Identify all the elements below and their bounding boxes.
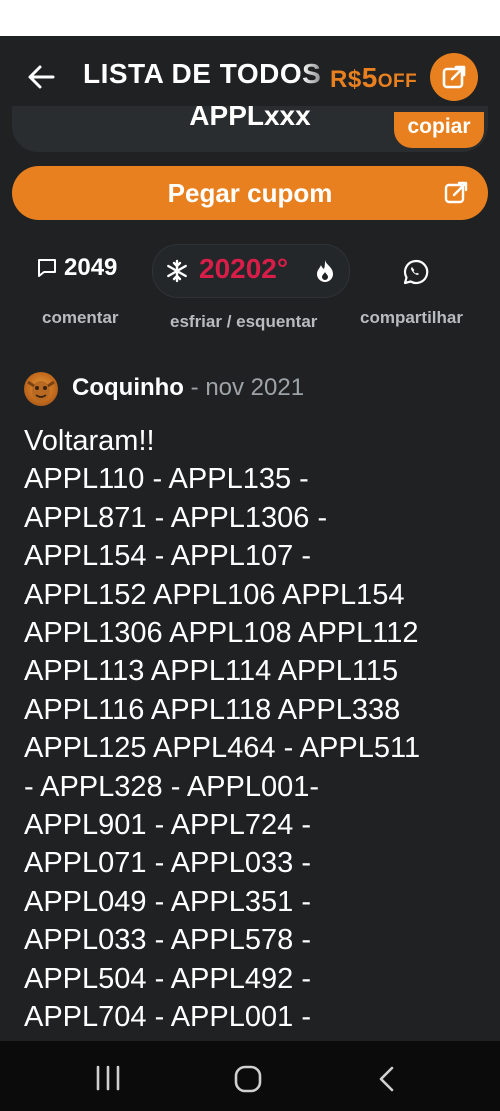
copy-coupon-button[interactable]: copiar [394, 112, 484, 148]
avatar-image [27, 380, 55, 401]
comment-meta: Coquinho - nov 2021 [72, 374, 304, 402]
back-nav-icon[interactable] [376, 1065, 398, 1093]
promo-open-button[interactable] [430, 53, 478, 101]
system-nav-bar [0, 1041, 500, 1111]
external-link-icon [444, 181, 468, 204]
deal-stats-bar: 2049 comentar 20202° esfriar / esquentar… [0, 240, 500, 340]
external-link-icon [442, 65, 466, 89]
home-icon[interactable] [233, 1065, 263, 1093]
get-coupon-button[interactable]: Pegar cupom [12, 166, 488, 220]
comment-label[interactable]: comentar [42, 308, 119, 328]
temperature-vote: 20202° [152, 244, 350, 298]
author-name[interactable]: Coquinho [72, 374, 184, 401]
comment-icon [38, 259, 56, 277]
post-date: nov 2021 [205, 374, 305, 401]
temperature-value: 20202° [199, 253, 289, 284]
share-label[interactable]: compartilhar [360, 308, 463, 328]
page-title: LISTA DE TODOS [83, 58, 341, 90]
comment-body: Voltaram!! APPL110 - APPL135 - APPL871 -… [24, 425, 421, 1034]
avatar[interactable] [24, 372, 58, 406]
meta-separator: - [190, 374, 199, 401]
promo-badge[interactable]: R$5OFF [330, 53, 478, 101]
temperature-label: esfriar / esquentar [170, 312, 318, 331]
coupon-code-box: APPLxxx copiar [12, 106, 488, 152]
status-bar [0, 0, 500, 36]
comment-count-button[interactable]: 2049 [36, 254, 117, 282]
whatsapp-icon[interactable] [402, 258, 430, 286]
flame-icon[interactable] [315, 259, 335, 283]
comment-count: 2049 [64, 254, 118, 281]
get-coupon-label: Pegar cupom [167, 177, 333, 208]
promo-discount: R$5OFF [330, 62, 418, 93]
recent-apps-icon[interactable] [94, 1065, 122, 1091]
snowflake-icon[interactable] [165, 259, 189, 283]
back-arrow-icon[interactable] [26, 62, 56, 92]
